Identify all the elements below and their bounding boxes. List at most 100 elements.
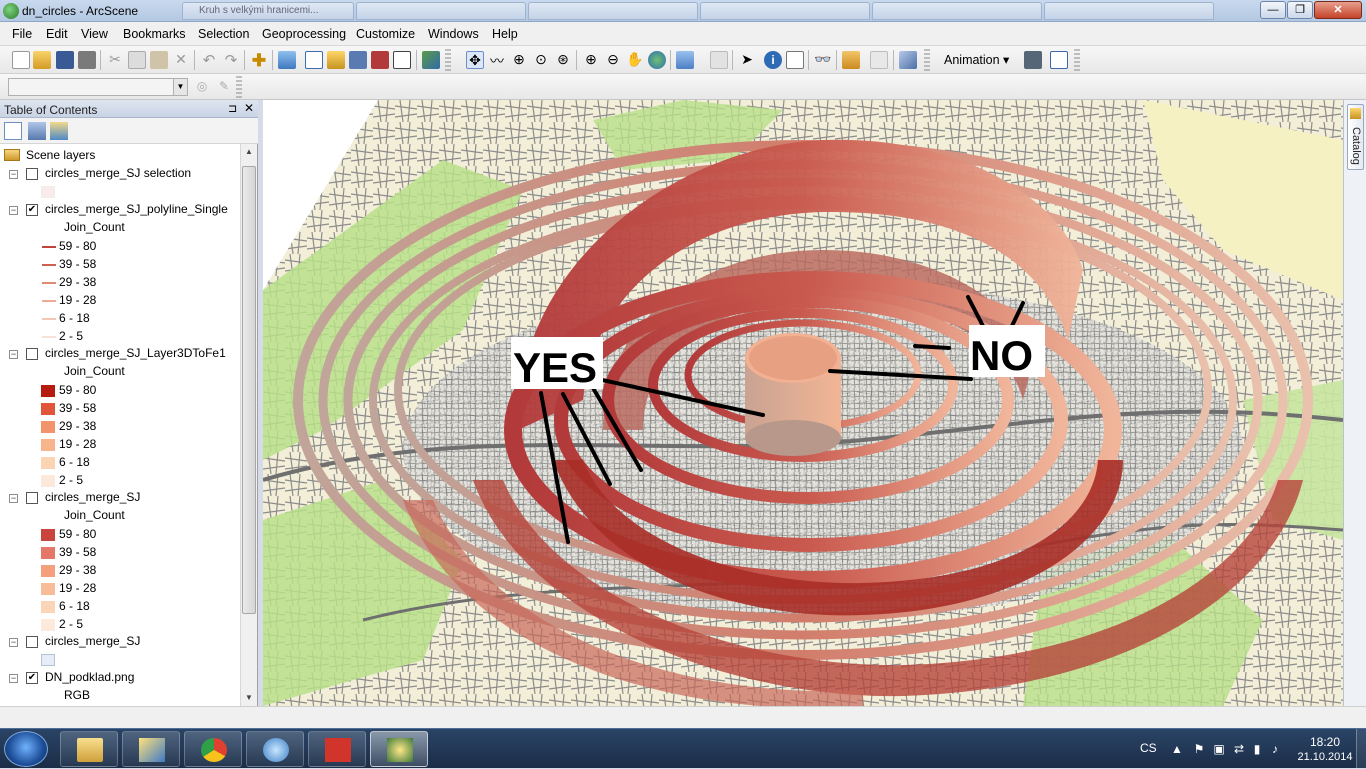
toc-layer-row[interactable]: − circles_merge_SJ_Layer3DToFe1 — [0, 346, 240, 364]
menu-selection[interactable]: Selection — [198, 27, 249, 41]
layer-dropdown[interactable]: ▼ — [8, 78, 188, 96]
legend-swatch[interactable] — [42, 264, 56, 266]
collapse-toggle[interactable]: − — [9, 206, 18, 215]
menu-windows[interactable]: Windows — [428, 27, 479, 41]
zoom-to-target-icon[interactable]: ⊙ — [532, 51, 550, 69]
legend-swatch[interactable] — [41, 583, 55, 595]
collapse-toggle[interactable]: − — [9, 674, 18, 683]
close-button[interactable]: ✕ — [1314, 1, 1362, 19]
background-browser-tab[interactable] — [528, 2, 698, 20]
zoom-out-icon[interactable]: ⊖ — [604, 51, 622, 69]
scene-layers-root[interactable]: Scene layers — [4, 148, 234, 166]
set-observer-icon[interactable]: ⊛ — [554, 51, 572, 69]
scene-view[interactable]: YES NO — [263, 100, 1343, 706]
flag-icon[interactable]: ⚑ — [1192, 742, 1206, 756]
select-elements-arrow-icon[interactable]: ➤ — [738, 51, 756, 69]
taskbar-arccatalog[interactable] — [122, 731, 180, 767]
taskbar-explorer[interactable] — [60, 731, 118, 767]
open-folder-icon[interactable] — [33, 51, 51, 69]
background-browser-tab[interactable] — [700, 2, 870, 20]
table-of-contents-icon[interactable] — [305, 51, 323, 69]
scene-properties-icon[interactable] — [278, 51, 296, 69]
clock-time[interactable]: 18:20 — [1300, 735, 1350, 749]
legend-swatch[interactable] — [42, 246, 56, 248]
minimize-button[interactable]: — — [1260, 1, 1286, 19]
delete-icon[interactable]: ✕ — [172, 51, 190, 69]
taskbar-sketchup[interactable] — [308, 731, 366, 767]
collapse-toggle[interactable]: − — [9, 494, 18, 503]
add-data-icon[interactable]: ✚ — [250, 51, 268, 70]
list-by-drawing-order-icon[interactable] — [4, 122, 22, 140]
measure-icon[interactable] — [842, 51, 860, 69]
collapse-toggle[interactable]: − — [9, 638, 18, 647]
maximize-button[interactable]: ❐ — [1287, 1, 1313, 19]
show-hidden-icons-icon[interactable]: ▲ — [1170, 742, 1184, 756]
fly-icon[interactable]: 〰 — [488, 51, 506, 69]
cut-icon[interactable]: ✂ — [106, 51, 124, 69]
undo-icon[interactable]: ↶ — [200, 51, 218, 69]
legend-swatch[interactable] — [41, 565, 55, 577]
menu-geoprocessing[interactable]: Geoprocessing — [262, 27, 346, 41]
animation-manager-icon[interactable] — [1050, 51, 1068, 69]
legend-swatch[interactable] — [42, 300, 56, 302]
find-binoculars-icon[interactable]: 👓 — [814, 51, 832, 69]
capture-view-icon[interactable] — [1024, 51, 1042, 69]
layer-visibility-checkbox[interactable] — [26, 636, 38, 648]
disabled-tool-icon[interactable] — [870, 51, 888, 69]
collapse-toggle[interactable]: − — [9, 350, 18, 359]
identify-icon[interactable]: i — [764, 51, 782, 69]
catalog-tab[interactable]: Catalog — [1347, 104, 1364, 170]
layer-visibility-checkbox[interactable] — [26, 348, 38, 360]
pan-hand-icon[interactable]: ✋ — [626, 51, 644, 69]
start-button[interactable] — [4, 731, 48, 767]
html-popup-icon[interactable] — [786, 51, 804, 69]
background-browser-tab[interactable] — [356, 2, 526, 20]
layer-visibility-checkbox[interactable]: ✔ — [26, 672, 38, 684]
legend-swatch[interactable] — [41, 403, 55, 415]
legend-swatch[interactable] — [41, 547, 55, 559]
select-features-icon[interactable] — [676, 51, 694, 69]
toc-scrollbar[interactable]: ▲ ▼ — [240, 144, 257, 706]
close-icon[interactable]: ✕ — [244, 101, 254, 115]
taskbar-search[interactable] — [246, 731, 304, 767]
toc-layer-row[interactable]: − ✔ DN_podklad.png — [0, 670, 240, 688]
menu-edit[interactable]: Edit — [46, 27, 68, 41]
list-by-visibility-icon[interactable] — [50, 122, 68, 140]
legend-swatch[interactable] — [41, 619, 55, 631]
network-signal-icon[interactable]: ▮ — [1250, 742, 1264, 756]
legend-swatch[interactable] — [41, 529, 55, 541]
full-extent-globe-icon[interactable] — [648, 51, 666, 69]
layer-visibility-checkbox[interactable] — [26, 168, 38, 180]
clock-date[interactable]: 21.10.2014 — [1290, 751, 1360, 763]
chevron-down-icon[interactable]: ▼ — [173, 79, 187, 95]
menu-customize[interactable]: Customize — [356, 27, 415, 41]
toc-layer-row[interactable]: − circles_merge_SJ selection — [0, 166, 240, 184]
paste-icon[interactable] — [150, 51, 168, 69]
catalog-icon[interactable] — [327, 51, 345, 69]
clear-selection-icon[interactable] — [710, 51, 728, 69]
modelbuilder-icon[interactable] — [422, 51, 440, 69]
legend-swatch[interactable] — [41, 439, 55, 451]
background-browser-tab[interactable] — [1044, 2, 1214, 20]
search-window-icon[interactable] — [349, 51, 367, 69]
layer-visibility-checkbox[interactable]: ✔ — [26, 204, 38, 216]
menu-view[interactable]: View — [81, 27, 108, 41]
legend-swatch[interactable] — [41, 601, 55, 613]
collapse-toggle[interactable]: − — [9, 170, 18, 179]
legend-swatch[interactable] — [41, 457, 55, 469]
device-icon[interactable]: ▣ — [1212, 742, 1226, 756]
legend-swatch[interactable] — [41, 421, 55, 433]
volume-icon[interactable]: ♪ — [1268, 742, 1282, 756]
pin-icon[interactable]: ⊐ — [228, 102, 237, 115]
taskbar-chrome[interactable] — [184, 731, 242, 767]
scroll-up-icon[interactable]: ▲ — [241, 144, 257, 160]
sync-icon[interactable]: ⇄ — [1232, 742, 1246, 756]
redo-icon[interactable]: ↷ — [222, 51, 240, 69]
legend-swatch[interactable] — [42, 318, 56, 320]
scrollbar-thumb[interactable] — [242, 166, 256, 614]
menu-file[interactable]: File — [12, 27, 32, 41]
menu-help[interactable]: Help — [492, 27, 518, 41]
toc-layer-row[interactable]: − ✔ circles_merge_SJ_polyline_Single — [0, 202, 240, 220]
target-center-icon[interactable]: ⊕ — [510, 51, 528, 69]
legend-swatch[interactable] — [42, 336, 56, 338]
